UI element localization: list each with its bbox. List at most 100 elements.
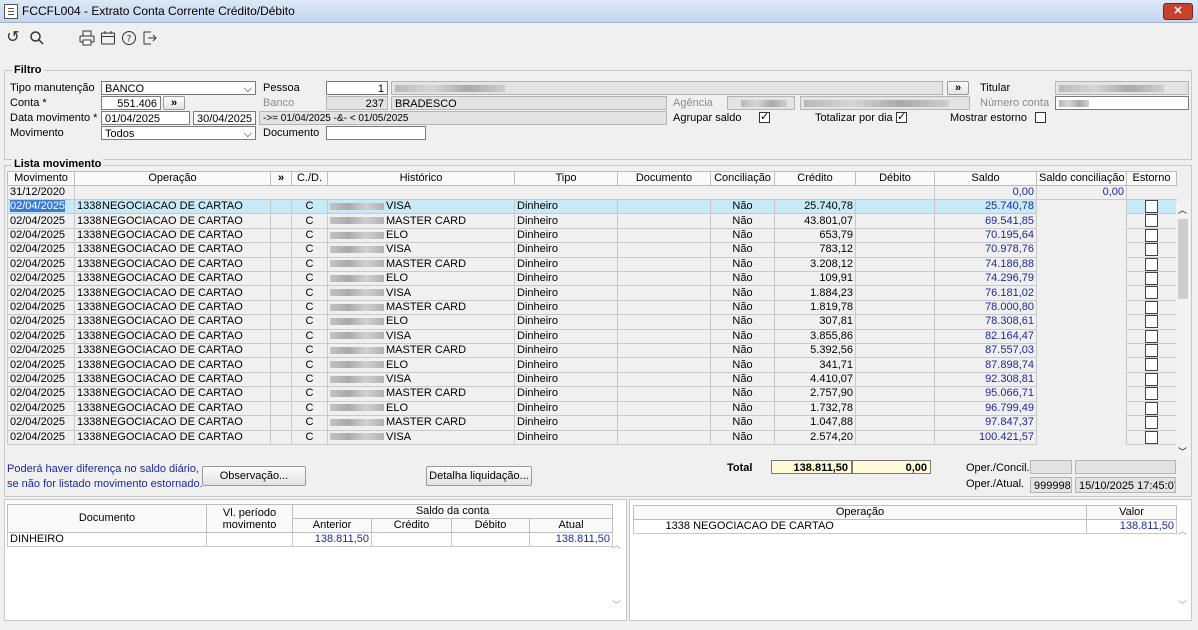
resumo-row[interactable]: DINHEIRO 138.811,50 138.811,50 [7,532,614,547]
search-icon[interactable] [26,27,48,49]
estorno-checkbox[interactable] [1145,272,1158,285]
chevron-up-icon[interactable]: ︿ [1178,203,1187,216]
data-fim-field[interactable]: 30/04/2025 [193,111,256,125]
table-row[interactable]: 02/04/2025 1338NEGOCIACAO DE CARTAO C MASTE… [7,415,1177,431]
chevron-down-icon[interactable]: ﹀ [1178,598,1187,611]
estorno-checkbox[interactable] [1145,286,1158,300]
cell-cd: C [291,314,328,330]
cell-cd: C [291,343,328,359]
cell-credito: 653,79 [774,227,856,244]
print-icon[interactable] [76,27,98,49]
estorno-checkbox[interactable] [1145,229,1158,242]
estorno-checkbox[interactable] [1145,330,1158,343]
scrollbar-thumb[interactable] [1178,219,1188,299]
totalizar-dia-checkbox[interactable] [896,110,907,123]
estorno-checkbox[interactable] [1145,243,1158,257]
cell-operacao: 1338NEGOCIACAO DE CARTAO [74,328,271,345]
table-row[interactable]: 02/04/2025 1338NEGOCIACAO DE CARTAO C MASTE… [7,213,1177,229]
cell-documento [617,256,711,273]
oper-atual-timestamp: 15/10/2025 17:45:07 [1075,477,1176,493]
estorno-checkbox[interactable] [1145,214,1158,228]
pessoa-lookup-button[interactable]: » [947,81,969,95]
table-row[interactable]: 02/04/2025 1338NEGOCIACAO DE CARTAO C MASTE… [7,386,1177,402]
cell-tipo: Dinheiro [514,242,618,258]
chevron-up-icon[interactable]: ︿ [1178,524,1187,537]
table-row[interactable]: 02/04/2025 1338NEGOCIACAO DE CARTAO C MASTE… [7,343,1177,359]
cell-saldo: 78.308,61 [934,314,1037,330]
agrupar-saldo-checkbox[interactable] [759,110,770,123]
cell-credito: 1.047,88 [774,415,856,431]
cell-hist-text: ELO [386,315,409,328]
cell-expand [270,429,292,445]
estorno-checkbox[interactable] [1145,301,1158,314]
cell-documento [617,328,711,345]
opening-row[interactable]: 31/12/2020 0,00 0,00 [7,185,1177,200]
conta-lookup-button[interactable]: » [163,96,185,110]
numero-conta-field[interactable] [1055,96,1189,110]
pessoa-field[interactable]: 1 [326,81,388,95]
table-row[interactable]: 02/04/2025 1338NEGOCIACAO DE CARTAO C VISA D… [7,285,1177,301]
undo-icon[interactable]: ↺ [2,27,24,49]
table-row[interactable]: 02/04/2025 1338NEGOCIACAO DE CARTAO C ELO Di… [7,227,1177,244]
documento-field[interactable] [326,126,426,140]
cell-op-name: NEGOCIACAO DE CARTAO [102,329,243,342]
operacao-table: Operação Valor 1338 NEGOCIACAO DE CARTAO… [633,505,1177,534]
calendar-icon[interactable] [97,27,119,49]
detalha-liquidacao-button[interactable]: Detalha liquidação... [426,466,532,486]
cell-debito [855,299,935,316]
cell-date: 02/04/2025 [10,272,66,285]
estorno-checkbox[interactable] [1145,402,1158,415]
table-row[interactable]: 02/04/2025 1338NEGOCIACAO DE CARTAO C ELO Di… [7,357,1177,373]
cell-documento [617,314,711,330]
help-icon[interactable]: ? [118,27,140,49]
cell-expand [270,328,292,345]
estorno-checkbox[interactable] [1145,358,1158,372]
table-row[interactable]: 02/04/2025 1338NEGOCIACAO DE CARTAO C MASTE… [7,299,1177,316]
table-row[interactable]: 02/04/2025 1338NEGOCIACAO DE CARTAO C VISA D… [7,429,1177,445]
estorno-checkbox[interactable] [1145,200,1158,213]
mostrar-estorno-checkbox[interactable] [1035,112,1046,123]
data-inicio-field[interactable]: 01/04/2025 [101,111,190,125]
cell-estorno [1126,198,1177,215]
cell-operacao: 1338NEGOCIACAO DE CARTAO [74,198,271,215]
cell-saldo: 82.164,47 [934,328,1037,345]
estorno-checkbox[interactable] [1145,431,1158,444]
table-row[interactable]: 02/04/2025 1338NEGOCIACAO DE CARTAO C ELO Di… [7,271,1177,287]
tipo-manutencao-select[interactable]: BANCO ⌵ [101,81,256,95]
exit-icon[interactable] [139,27,161,49]
table-row[interactable]: 02/04/2025 1338NEGOCIACAO DE CARTAO C MASTE… [7,256,1177,273]
chevron-up-icon[interactable]: ︿ [612,538,621,551]
estorno-checkbox[interactable] [1145,315,1158,329]
cell-op-code: 1338 [77,373,102,386]
cell-estorno [1126,371,1177,388]
cell-expand [270,256,292,273]
estorno-checkbox[interactable] [1145,387,1158,401]
operacao-name: NEGOCIACAO DE CARTAO [693,520,834,533]
estorno-checkbox[interactable] [1145,416,1158,429]
movimento-select[interactable]: Todos ⌵ [101,126,256,140]
table-row[interactable]: 02/04/2025 1338NEGOCIACAO DE CARTAO C VISA D… [7,242,1177,258]
table-row[interactable]: 02/04/2025 1338NEGOCIACAO DE CARTAO C ELO Di… [7,314,1177,330]
chevron-down-icon[interactable]: ﹀ [612,598,621,611]
observacao-button[interactable]: Observação... [202,466,306,486]
header-expand[interactable]: » [270,171,292,186]
chevron-down-icon[interactable]: ﹀ [1178,445,1187,458]
operacao-row[interactable]: 1338 NEGOCIACAO DE CARTAO 138.811,50 [633,519,1177,534]
table-row[interactable]: 02/04/2025 1338NEGOCIACAO DE CARTAO C VISA D… [7,371,1177,388]
estorno-checkbox[interactable] [1145,344,1158,357]
cell-credito: 1.819,78 [774,299,856,316]
oper-concil-ts [1075,460,1176,474]
cell-op-code: 1338 [77,214,102,227]
close-button[interactable]: ✕ [1163,3,1193,20]
table-row[interactable]: 02/04/2025 1338NEGOCIACAO DE CARTAO C ELO Di… [7,400,1177,417]
resumo-header-vl-periodo: Vl. período movimento [206,504,293,533]
table-row[interactable]: 02/04/2025 1338NEGOCIACAO DE CARTAO C VISA D… [7,198,1177,215]
cell-conciliacao: Não [710,400,775,417]
table-scrollbar[interactable]: ︿ ﹀ [1176,201,1190,459]
header-historico: Histórico [327,171,515,186]
cell-historico: VISA [327,242,515,258]
estorno-checkbox[interactable] [1145,258,1158,271]
estorno-checkbox[interactable] [1145,373,1158,386]
conta-field[interactable]: 551.406 [101,96,161,110]
table-row[interactable]: 02/04/2025 1338NEGOCIACAO DE CARTAO C VISA D… [7,328,1177,345]
